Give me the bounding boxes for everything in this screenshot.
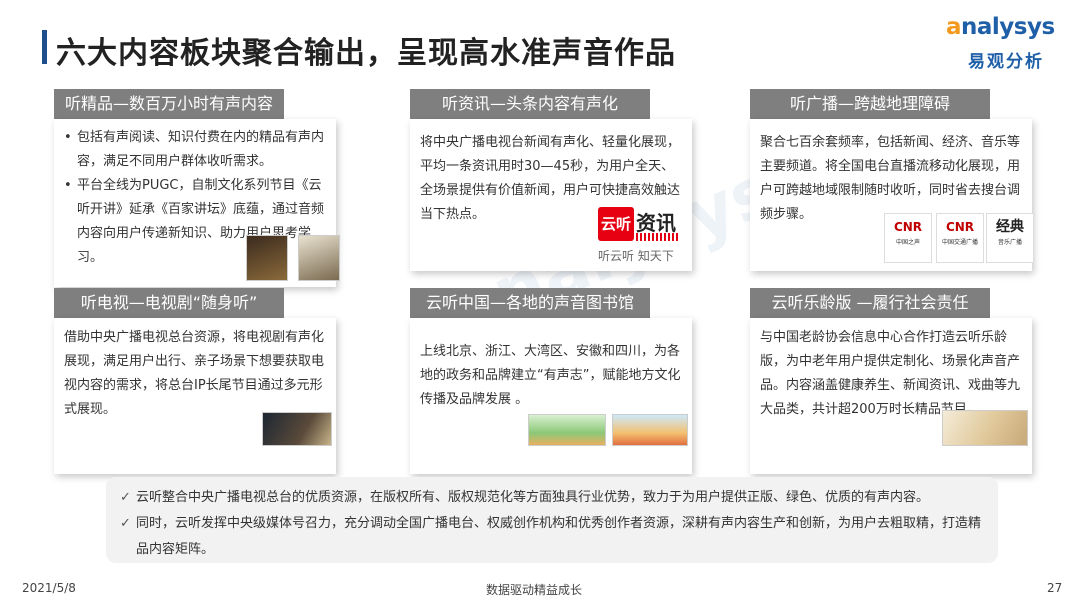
panel-body: 包括有声阅读、知识付费在内的精品有声内容，满足不同用户群体收听需求。 平台全线为… <box>54 119 336 287</box>
panel-body: 上线北京、浙江、大湾区、安徽和四川，为各地的政务和品牌建立“有声志”，赋能地方文… <box>410 318 692 474</box>
region-thumbnail-2 <box>612 414 688 446</box>
program-thumbnail-2 <box>298 235 340 281</box>
brand-logo-rest: nalysys <box>961 14 1055 40</box>
panel-title: 听资讯—头条内容有声化 <box>410 89 650 119</box>
station-logo-title: CNR <box>945 220 975 234</box>
region-thumbnail-1 <box>528 414 606 446</box>
panel-title: 听广播—跨越地理障碍 <box>750 89 990 119</box>
station-logo-sub: 音乐广播 <box>997 239 1022 246</box>
panel-title: 云听中国—各地的声音图书馆 <box>410 288 650 318</box>
brand-logo-cn: 易观分析 <box>968 52 1044 72</box>
panel-text: 与中国老龄协会信息中心合作打造云听乐龄版，为中老年用户提供定制化、场景化声音产品… <box>760 330 1021 417</box>
yunting-news-logo: 云听 资讯 听云听 知天下 <box>598 207 680 269</box>
panel-body: 与中国老龄协会信息中心合作打造云听乐龄版，为中老年用户提供定制化、场景化声音产品… <box>750 318 1032 474</box>
panel-news: 听资讯—头条内容有声化 将中央广播电视台新闻有声化、轻量化展现，平均一条资讯用时… <box>410 89 692 271</box>
summary-line: ✓ 云听整合中央广播电视总台的优质资源，在版权所有、版权规范化等方面独具行业优势… <box>120 485 984 511</box>
panel-tv: 听电视—电视剧“随身听” 借助中央广播电视总台资源，将电视剧有声化展现，满足用户… <box>54 288 336 474</box>
sound-wave-icon <box>636 233 680 241</box>
panel-title: 云听乐龄版 —履行社会责任 <box>750 288 990 318</box>
panel-title: 听电视—电视剧“随身听” <box>54 288 284 318</box>
brand-logo-en: analysys <box>946 14 1055 40</box>
senior-thumbnail <box>942 410 1028 446</box>
station-logo-sub: 中国交通广播 <box>941 239 978 246</box>
panel-text: 上线北京、浙江、大湾区、安徽和四川，为各地的政务和品牌建立“有声志”，赋能地方文… <box>420 344 681 407</box>
station-logo-cnr-traffic: CNR 中国交通广播 <box>936 213 984 263</box>
station-logo-title: 经典 <box>996 219 1024 235</box>
yunting-logo-box: 云听 <box>598 207 634 241</box>
yunting-logo-caption: 听云听 知天下 <box>598 249 674 263</box>
check-icon: ✓ <box>120 516 131 531</box>
station-logo-title: CNR <box>893 220 923 234</box>
page-number: 27 <box>1047 581 1063 595</box>
panel-body: 借助中央广播电视总台资源，将电视剧有声化展现，满足用户出行、亲子场景下想要获取电… <box>54 318 336 474</box>
panel-text: 借助中央广播电视总台资源，将电视剧有声化展现，满足用户出行、亲子场景下想要获取电… <box>64 330 325 417</box>
page-title: 六大内容板块聚合输出，呈现高水准声音作品 <box>56 36 676 71</box>
panel-title: 听精品—数百万小时有声内容 <box>54 89 284 119</box>
summary-box: ✓ 云听整合中央广播电视总台的优质资源，在版权所有、版权规范化等方面独具行业优势… <box>106 477 998 563</box>
panel-yunting-china: 云听中国—各地的声音图书馆 上线北京、浙江、大湾区、安徽和四川，为各地的政务和品… <box>410 288 692 474</box>
footer-slogan: 数据驱动精益成长 <box>486 583 583 597</box>
station-logo-classic: 经典 音乐广播 <box>986 213 1034 263</box>
station-logo-cnr-voice: CNR 中国之声 <box>884 213 932 263</box>
summary-text: 云听整合中央广播电视总台的优质资源，在版权所有、版权规范化等方面独具行业优势，致… <box>136 490 930 505</box>
check-icon: ✓ <box>120 490 131 505</box>
brand-logo-a: a <box>946 14 962 40</box>
program-thumbnail-1 <box>246 235 288 281</box>
list-item: 包括有声阅读、知识付费在内的精品有声内容，满足不同用户群体收听需求。 <box>64 126 326 174</box>
panel-radio: 听广播—跨越地理障碍 聚合七百余套频率，包括新闻、经济、音乐等主要频道。将全国电… <box>750 89 1034 271</box>
footer-date: 2021/5/8 <box>22 581 76 595</box>
title-accent-bar <box>42 30 47 64</box>
summary-line: ✓ 同时，云听发挥中央级媒体号召力，充分调动全国广播电台、权威创作机构和优秀创作… <box>120 511 984 563</box>
brand-logo: analysys 易观分析 <box>946 14 1056 74</box>
panel-senior-edition: 云听乐龄版 —履行社会责任 与中国老龄协会信息中心合作打造云听乐龄版，为中老年用… <box>750 288 1032 474</box>
tv-thumbnail <box>262 412 332 446</box>
yunting-logo-news: 资讯 <box>636 211 676 235</box>
station-logo-sub: 中国之声 <box>895 239 920 246</box>
panel-premium-content: 听精品—数百万小时有声内容 包括有声阅读、知识付费在内的精品有声内容，满足不同用… <box>54 89 340 287</box>
summary-text: 同时，云听发挥中央级媒体号召力，充分调动全国广播电台、权威创作机构和优秀创作者资… <box>136 516 982 557</box>
